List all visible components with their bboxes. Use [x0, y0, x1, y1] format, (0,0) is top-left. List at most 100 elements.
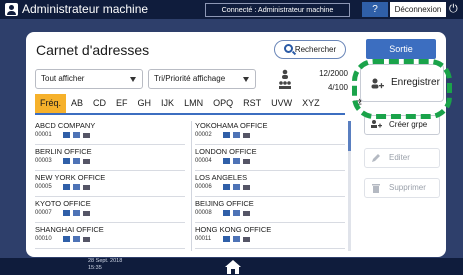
tab-ab[interactable]: AB	[66, 94, 88, 113]
tab-gh[interactable]: GH	[133, 94, 157, 113]
address-entry[interactable]: ABCD COMPANY 00001	[35, 121, 185, 145]
display-filter-dropdown[interactable]: Tout afficher	[35, 69, 143, 89]
page-title: Carnet d'adresses	[36, 42, 150, 58]
email-icon	[223, 210, 230, 216]
entry-destination-icons	[223, 210, 250, 218]
tab-ijk[interactable]: IJK	[156, 94, 179, 113]
email-icon	[223, 236, 230, 242]
edit-button[interactable]: Editer	[364, 148, 440, 168]
fax-icon	[233, 210, 240, 216]
fax-icon	[73, 158, 80, 164]
search-icon	[283, 44, 293, 53]
entry-number: 00004	[195, 158, 212, 164]
home-icon[interactable]	[224, 259, 242, 275]
display-filter-value: Tout afficher	[41, 74, 85, 83]
delete-button[interactable]: Supprimer	[364, 178, 440, 198]
time-text: 15:35	[88, 265, 102, 271]
entry-name: ABCD COMPANY	[35, 121, 96, 130]
entry-destination-icons	[63, 132, 90, 140]
entry-number: 00002	[195, 132, 212, 138]
fax-icon	[233, 132, 240, 138]
address-entry[interactable]: BEIJING OFFICE 00008	[195, 199, 345, 223]
chevron-down-icon	[130, 77, 136, 82]
entry-number: 00007	[35, 210, 52, 216]
email-icon	[223, 158, 230, 164]
user-title: Administrateur machine	[22, 2, 149, 16]
entry-number: 00001	[35, 132, 52, 138]
fax-icon	[73, 184, 80, 190]
address-entry[interactable]: LOS ANGELES 00006	[195, 173, 345, 197]
power-icon[interactable]: ⏻	[449, 2, 463, 17]
email-icon	[223, 184, 230, 190]
email-icon	[63, 132, 70, 138]
address-entry[interactable]: NEW YORK OFFICE 00005	[35, 173, 185, 197]
tab-freq[interactable]: Fréq.	[35, 94, 67, 113]
entry-name: YOKOHAMA OFFICE	[195, 121, 268, 130]
entry-destination-icons	[63, 236, 90, 244]
fax-icon	[73, 132, 80, 138]
entry-number: 00005	[35, 184, 52, 190]
search-label: Rechercher	[294, 45, 337, 54]
email-icon	[63, 210, 70, 216]
address-entry[interactable]: SHANGHAI OFFICE 00010	[35, 225, 185, 249]
address-entry[interactable]: BERLIN OFFICE 00003	[35, 147, 185, 171]
entry-name: BEIJING OFFICE	[195, 199, 254, 208]
entry-number: 00006	[195, 184, 212, 190]
address-entry[interactable]: KYOTO OFFICE 00007	[35, 199, 185, 223]
email-icon	[223, 132, 230, 138]
email-icon	[63, 236, 70, 242]
tab-rst[interactable]: RST	[238, 94, 266, 113]
group-count: 4/100	[327, 83, 348, 92]
email-icon	[63, 158, 70, 164]
entry-destination-icons	[223, 184, 250, 192]
search-button[interactable]: Rechercher	[274, 40, 346, 59]
entry-name: KYOTO OFFICE	[35, 199, 91, 208]
scrollbar-thumb[interactable]	[348, 121, 351, 151]
index-tabs: Fréq. AB CD EF GH IJK LMN OPQ RST UVW XY…	[35, 94, 345, 115]
entry-name: NEW YORK OFFICE	[35, 173, 106, 182]
column-divider	[191, 121, 192, 251]
user-icon	[5, 3, 18, 16]
address-entry[interactable]: LONDON OFFICE 00004	[195, 147, 345, 171]
entry-name: LOS ANGELES	[195, 173, 248, 182]
user-count: 12/2000	[319, 69, 348, 78]
fax-icon	[233, 184, 240, 190]
folder-icon	[83, 159, 90, 164]
people-icon	[279, 69, 291, 89]
entry-destination-icons	[63, 210, 90, 218]
fax-icon	[233, 158, 240, 164]
entry-number: 00003	[35, 158, 52, 164]
entry-number: 00008	[195, 210, 212, 216]
help-button[interactable]: ?	[362, 2, 388, 17]
tab-opq[interactable]: OPQ	[208, 94, 238, 113]
folder-icon	[83, 133, 90, 138]
tab-ef[interactable]: EF	[111, 94, 133, 113]
entry-destination-icons	[223, 158, 250, 166]
address-entry[interactable]: HONG KONG OFFICE 00011	[195, 225, 345, 249]
folder-icon	[83, 211, 90, 216]
delete-label: Supprimer	[389, 183, 426, 192]
folder-icon	[243, 237, 250, 242]
date-time: 28 Sept. 2018 15:35	[88, 258, 122, 272]
exit-button[interactable]: Sortie	[366, 39, 436, 59]
folder-icon	[83, 185, 90, 190]
entry-name: HONG KONG OFFICE	[195, 225, 272, 234]
folder-icon	[83, 237, 90, 242]
entry-number: 00011	[195, 236, 212, 242]
address-list: ABCD COMPANY 00001 YOKOHAMA OFFICE 00002…	[35, 121, 345, 257]
tab-lmn[interactable]: LMN	[179, 94, 208, 113]
highlight-callout	[352, 59, 452, 119]
folder-icon	[243, 185, 250, 190]
folder-icon	[243, 133, 250, 138]
address-entry[interactable]: YOKOHAMA OFFICE 00002	[195, 121, 345, 145]
date-text: 28 Sept. 2018	[88, 258, 123, 264]
tab-cd[interactable]: CD	[88, 94, 111, 113]
tab-uvw[interactable]: UVW	[266, 94, 297, 113]
tab-xyz[interactable]: XYZ	[297, 94, 325, 113]
add-group-icon	[371, 120, 382, 128]
logout-button[interactable]: Déconnexion	[390, 2, 446, 17]
fax-icon	[73, 210, 80, 216]
folder-icon	[243, 159, 250, 164]
sort-dropdown[interactable]: Tri/Priorité affichage	[148, 69, 256, 89]
email-icon	[63, 184, 70, 190]
